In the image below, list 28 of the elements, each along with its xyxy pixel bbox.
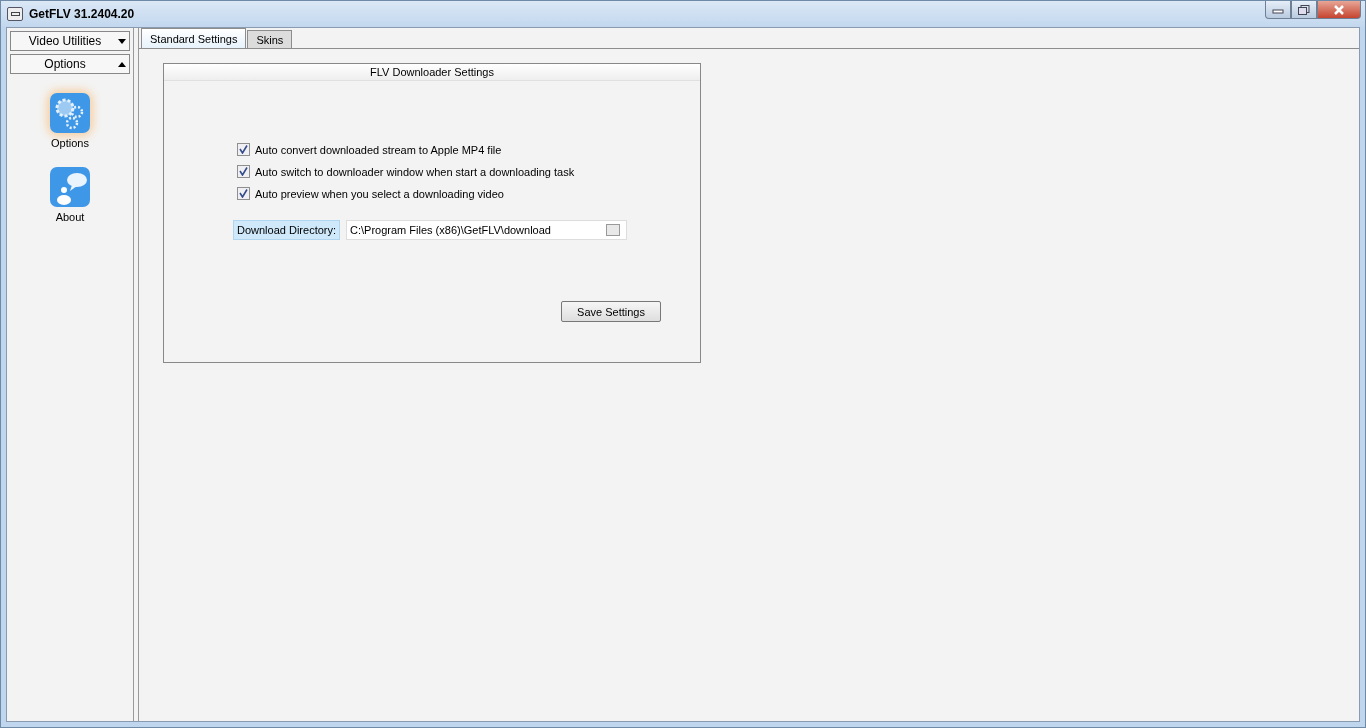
directory-field[interactable]: C:\Program Files (x86)\GetFLV\download [346,220,628,240]
checkbox[interactable] [237,187,250,200]
user-chat-icon [50,167,90,207]
sidebar-section-header[interactable]: Options [10,54,130,74]
group-title: FLV Downloader Settings [164,64,700,81]
system-menu-icon[interactable] [7,7,23,21]
checkbox-label: Auto convert downloaded stream to Apple MP4 file [255,143,502,156]
directory-label: Download Directory: [233,220,341,240]
caret-icon [118,62,126,67]
close-button[interactable] [1317,1,1361,19]
restore-button[interactable] [1291,1,1317,19]
gears-icon [50,93,90,133]
restore-icon [1298,4,1310,15]
minimize-button[interactable] [1265,1,1291,19]
close-icon [1333,4,1345,15]
save-settings-button[interactable]: Save Settings [561,301,661,322]
sidebar-item[interactable]: About [50,167,90,223]
caret-icon [118,39,126,44]
browse-button[interactable] [606,224,621,236]
window-title: GetFLV 31.2404.20 [29,7,135,21]
sidebar-item[interactable]: Options [50,93,90,149]
checkbox[interactable] [237,165,250,178]
tab[interactable]: Skins [247,30,293,48]
checkbox-label: Auto preview when you select a downloading video [255,187,504,200]
tab[interactable]: Standard Settings [141,28,247,48]
checkbox[interactable] [237,143,250,156]
sidebar-section-header[interactable]: Video Utilities [10,31,130,51]
checkbox-label: Auto switch to downloader window when start a downloading task [255,165,575,178]
